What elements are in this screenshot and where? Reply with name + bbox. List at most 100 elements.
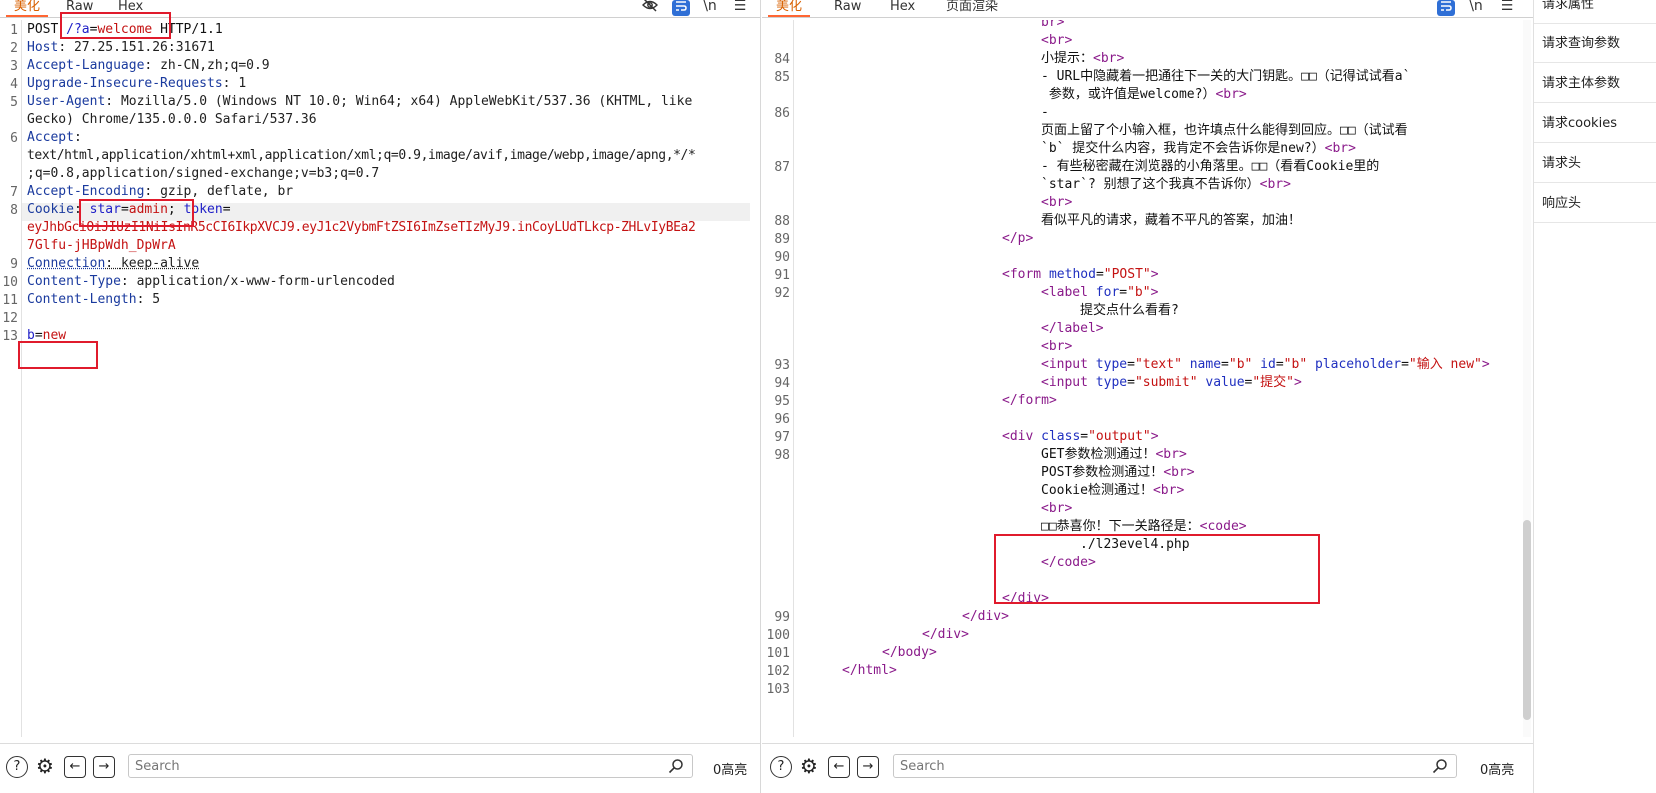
header-name: Content-Length: [27, 292, 137, 307]
line-number: 9: [10, 257, 18, 272]
request-search-input[interactable]: [135, 757, 655, 775]
header-value: ;q=0.8,application/signed-exchange;v=b3;…: [27, 166, 380, 181]
code-html-close: </html>: [842, 663, 897, 678]
header-name: Accept: [27, 130, 74, 145]
header-value: keep-alive: [120, 256, 200, 271]
code-input-submit: <input type="submit" value="提交">: [1041, 375, 1302, 390]
back-arrow-icon[interactable]: ←: [828, 756, 850, 778]
response-tab-hex[interactable]: Hex: [882, 0, 923, 17]
header-value: 27.25.151.26:31671: [73, 40, 215, 55]
hamburger-menu-icon[interactable]: ☰: [730, 0, 750, 16]
scrollbar-thumb[interactable]: [1523, 520, 1531, 720]
code-br: br>: [1041, 20, 1065, 30]
code-tip-label: 小提示：<br>: [1041, 51, 1125, 66]
header-name: Host: [27, 40, 59, 55]
response-search-input[interactable]: [900, 757, 1420, 775]
equals: =: [222, 202, 231, 217]
response-tab-raw[interactable]: Raw: [826, 0, 869, 17]
code-input-text: <input type="text" name="b" id="b" place…: [1041, 357, 1490, 372]
equals: =: [34, 328, 43, 343]
header-value: application/x-www-form-urlencoded: [136, 274, 395, 289]
request-editor[interactable]: 1 2 3 4 5 6 7 8 9 10 11 12 13 POST /?a=w…: [0, 20, 760, 737]
header-value: 1: [238, 76, 247, 91]
line-number: 99: [774, 610, 790, 625]
request-search-box[interactable]: [128, 754, 693, 778]
highlight-count: 0高亮: [1480, 763, 1515, 778]
response-tab-pretty[interactable]: 美化: [768, 0, 811, 17]
header-sep: :: [105, 94, 121, 109]
line-number: 100: [766, 628, 790, 643]
code-p-close: </p>: [1002, 231, 1034, 246]
line-number: 7: [10, 185, 18, 200]
code-dash: -: [1041, 105, 1049, 120]
side-item-body-params[interactable]: 请求主体参数: [1534, 65, 1656, 103]
line-number: 1: [10, 23, 18, 38]
newline-toggle[interactable]: \n: [1466, 0, 1486, 16]
hamburger-menu-icon[interactable]: ☰: [1497, 0, 1517, 16]
code-get-ok: GET参数检测通过！<br>: [1041, 447, 1187, 462]
search-icon[interactable]: [1432, 758, 1448, 774]
gear-icon[interactable]: ⚙: [798, 756, 820, 778]
code-tip3: - 有些秘密藏在浏览器的小角落里。□□（看看Cookie里的: [1041, 159, 1380, 174]
code-tip1: - URL中隐藏着一把通往下一关的大门钥匙。□□（记得试试看a`: [1041, 69, 1411, 84]
code-div-close: </div>: [922, 627, 969, 642]
header-name: Content-Type: [27, 274, 121, 289]
header-content-length: Content-Length: 5: [27, 291, 160, 309]
code-div-close: </div>: [962, 609, 1009, 624]
cookie-token-value: eyJhbGciOiJIUzI1NiIsInR5cCI6IkpXVCJ9.eyJ…: [27, 220, 696, 235]
body-param-value: new: [42, 328, 67, 343]
side-item-request-attributes[interactable]: 请求属性: [1534, 0, 1656, 24]
code-div-open: <div class="output">: [1002, 429, 1159, 444]
side-item-request-headers[interactable]: 请求头: [1534, 145, 1656, 183]
gear-icon[interactable]: ⚙: [34, 756, 56, 778]
header-sep: :: [144, 184, 161, 199]
request-body: b=new: [27, 327, 66, 345]
line-number: 102: [766, 664, 790, 679]
code-tip4: 看似平凡的请求，藏着不平凡的答案，加油！: [1041, 213, 1302, 228]
header-name: Accept-Encoding: [27, 184, 145, 199]
eye-slash-icon[interactable]: [640, 0, 660, 16]
header-user-agent-cont: Gecko) Chrome/135.0.0.0 Safari/537.36: [27, 111, 317, 129]
cookie-token-line2: 7Glfu-jHBpWdh_DpWrA: [27, 237, 176, 255]
request-tab-hex[interactable]: Hex: [110, 0, 151, 17]
header-sep: :: [120, 274, 137, 289]
help-icon[interactable]: ?: [770, 756, 792, 778]
search-icon[interactable]: [668, 758, 684, 774]
response-tabbar: 美化 Raw Hex 页面渲染 \n ☰: [762, 0, 1533, 18]
response-editor[interactable]: 84 85 86 87 88 89 90 91 92 93 94 95 96 9…: [762, 20, 1533, 737]
response-tab-render[interactable]: 页面渲染: [938, 0, 1006, 17]
forward-arrow-icon[interactable]: →: [93, 756, 115, 778]
side-item-cookies[interactable]: 请求cookies: [1534, 105, 1656, 143]
response-scrollbar[interactable]: [1523, 20, 1531, 737]
forward-arrow-icon[interactable]: →: [857, 756, 879, 778]
response-search-box[interactable]: [893, 754, 1457, 778]
side-item-response-headers[interactable]: 响应头: [1534, 185, 1656, 223]
side-item-query-params[interactable]: 请求查询参数: [1534, 25, 1656, 63]
request-tab-raw[interactable]: Raw: [58, 0, 101, 17]
header-sep: :: [222, 76, 239, 91]
header-name: Cookie: [27, 202, 74, 217]
newline-toggle[interactable]: \n: [700, 0, 720, 16]
line-number: 101: [766, 646, 790, 661]
line-number: 8: [10, 203, 18, 218]
request-tabbar: 美化 Raw Hex \n ☰: [0, 0, 760, 18]
code-tip2b: `b` 提交什么内容，我肯定不会告诉你是new?）<br>: [1041, 141, 1356, 156]
back-arrow-icon[interactable]: ←: [64, 756, 86, 778]
header-sep: :: [73, 202, 90, 217]
code-body-close: </body>: [882, 645, 937, 660]
line-number: 91: [774, 268, 790, 283]
help-icon[interactable]: ?: [6, 756, 28, 778]
line-number: 84: [774, 52, 790, 67]
code-div-close: </div>: [1002, 591, 1049, 606]
response-bottom-bar: ? ⚙ ← → 0高亮: [762, 743, 1533, 793]
request-tab-pretty[interactable]: 美化: [6, 0, 49, 17]
response-gutter: 84 85 86 87 88 89 90 91 92 93 94 95 96 9…: [762, 20, 794, 737]
wrap-lines-icon[interactable]: [1437, 0, 1455, 16]
response-pane: 美化 Raw Hex 页面渲染 \n ☰ 84 85 86 87 88 89 9…: [762, 0, 1533, 793]
header-name: Connection: [27, 256, 106, 271]
wrap-lines-icon[interactable]: [672, 0, 690, 16]
line-number: 87: [774, 160, 790, 175]
header-user-agent: User-Agent: Mozilla/5.0 (Windows NT 10.0…: [27, 93, 692, 111]
equals: =: [120, 202, 129, 217]
header-value: Gecko) Chrome/135.0.0.0 Safari/537.36: [27, 112, 317, 127]
